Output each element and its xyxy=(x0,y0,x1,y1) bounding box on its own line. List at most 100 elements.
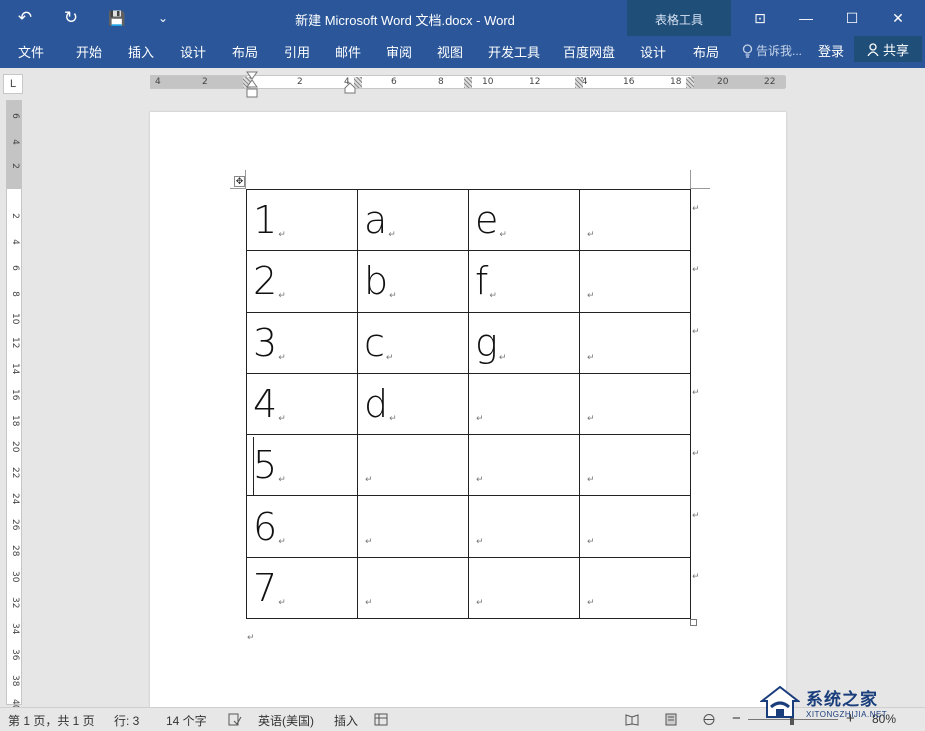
minimize-button[interactable]: — xyxy=(783,0,829,36)
macro-record-icon[interactable] xyxy=(374,713,388,726)
table-cell[interactable]: 3↵ xyxy=(246,311,358,374)
person-icon xyxy=(867,42,879,56)
cell-end-mark: ↵ xyxy=(389,413,397,424)
tab-design[interactable]: 设计 xyxy=(180,42,206,61)
table-cell[interactable]: ↵ xyxy=(579,188,691,252)
row-end-mark: ↵ xyxy=(692,510,700,520)
ruler-number: 16 xyxy=(623,77,635,87)
indent-marker-icon[interactable] xyxy=(245,71,259,99)
cell-end-mark: ↵ xyxy=(365,596,373,607)
paragraph-mark: ↵ xyxy=(247,632,255,642)
print-layout-icon[interactable] xyxy=(664,713,678,726)
tab-baidu-netdisk[interactable]: 百度网盘 xyxy=(563,42,615,61)
tab-home[interactable]: 开始 xyxy=(76,42,102,61)
cell-end-mark: ↵ xyxy=(476,474,484,485)
zoom-out-button[interactable]: − xyxy=(732,710,741,727)
table-cell[interactable]: 7↵ xyxy=(246,556,358,620)
ruler-number: 20 xyxy=(10,441,20,453)
ruler-number: 2 xyxy=(10,163,20,169)
cell-end-mark: ↵ xyxy=(587,535,595,546)
proofing-icon[interactable] xyxy=(228,713,242,726)
table-cell[interactable]: a↵ xyxy=(357,188,469,252)
ruler-number: 20 xyxy=(717,77,729,87)
tab-layout[interactable]: 布局 xyxy=(232,42,258,61)
web-layout-icon[interactable] xyxy=(702,713,716,726)
table-cell[interactable]: ↵ xyxy=(357,434,469,497)
table-cell[interactable]: 2↵ xyxy=(246,250,358,313)
table-cell[interactable]: b↵ xyxy=(357,250,469,313)
cell-end-mark: ↵ xyxy=(587,351,595,362)
tab-mailings[interactable]: 邮件 xyxy=(335,42,361,61)
table-cell[interactable]: c↵ xyxy=(357,311,469,374)
right-indent-marker-icon[interactable] xyxy=(344,82,356,94)
site-watermark: 系统之家 XITONGZHIJIA.NET xyxy=(760,680,920,724)
vertical-ruler[interactable]: 6 4 2 2 4 6 8 10 12 14 16 18 20 22 24 26… xyxy=(6,100,22,710)
page-count[interactable]: 第 1 页，共 1 页 xyxy=(8,712,95,729)
table-cell[interactable]: 5↵ xyxy=(246,434,358,497)
tab-selector[interactable]: L xyxy=(3,74,23,94)
table-cell[interactable]: ↵ xyxy=(468,495,580,558)
ruler-number: 12 xyxy=(10,337,20,349)
tab-table-design[interactable]: 设计 xyxy=(640,42,666,61)
login-link[interactable]: 登录 xyxy=(818,41,844,60)
column-marker[interactable] xyxy=(686,77,694,88)
cell-text: 7 xyxy=(253,565,278,610)
ribbon-display-options-button[interactable]: ⊡ xyxy=(737,0,783,36)
line-indicator[interactable]: 行: 3 xyxy=(114,712,139,729)
cell-end-mark: ↵ xyxy=(476,413,484,424)
table-row: 5↵ ↵ ↵ ↵ xyxy=(246,434,691,497)
table-cell[interactable]: ↵ xyxy=(579,311,691,374)
cell-end-mark: ↵ xyxy=(587,413,595,424)
tab-insert[interactable]: 插入 xyxy=(128,42,154,61)
word-count[interactable]: 14 个字 xyxy=(166,712,207,729)
maximize-button[interactable]: ☐ xyxy=(829,0,875,36)
column-marker[interactable] xyxy=(464,77,472,88)
table-cell[interactable]: g↵ xyxy=(468,311,580,374)
ruler-number: 18 xyxy=(670,77,682,87)
column-marker[interactable] xyxy=(575,77,583,88)
tab-references[interactable]: 引用 xyxy=(284,42,310,61)
table-cell[interactable]: 6↵ xyxy=(246,495,358,558)
ruler-number: 4 xyxy=(10,139,20,145)
insert-mode[interactable]: 插入 xyxy=(334,712,358,729)
table-cell[interactable]: 1↵ xyxy=(246,188,358,252)
language-indicator[interactable]: 英语(美国) xyxy=(258,712,314,729)
table-cell[interactable]: f↵ xyxy=(468,250,580,313)
table-cell[interactable]: ↵ xyxy=(468,434,580,497)
table-cell[interactable]: ↵ xyxy=(468,372,580,436)
table-cell[interactable]: ↵ xyxy=(579,372,691,436)
cell-text: e xyxy=(475,198,499,243)
tab-view[interactable]: 视图 xyxy=(437,42,463,61)
tab-review[interactable]: 审阅 xyxy=(386,42,412,61)
table-cell[interactable]: ↵ xyxy=(357,495,469,558)
table-cell[interactable]: ↵ xyxy=(579,434,691,497)
table-row: 1↵ a↵ e↵ ↵ xyxy=(246,188,691,252)
read-mode-icon[interactable] xyxy=(625,713,639,726)
cell-text: g xyxy=(475,320,498,365)
tab-table-layout[interactable]: 布局 xyxy=(693,42,719,61)
table-cell[interactable]: 4↵ xyxy=(246,372,358,436)
table-cell[interactable]: ↵ xyxy=(579,495,691,558)
ruler-number: 22 xyxy=(10,467,20,479)
table-move-handle-icon[interactable]: ✥ xyxy=(234,176,245,187)
tell-me-search[interactable]: 告诉我... xyxy=(742,42,802,59)
close-button[interactable]: ✕ xyxy=(875,0,921,36)
table-cell[interactable]: ↵ xyxy=(468,556,580,620)
table-row: 6↵ ↵ ↵ ↵ xyxy=(246,495,691,558)
ruler-number: 34 xyxy=(10,623,20,635)
tab-developer[interactable]: 开发工具 xyxy=(488,42,540,61)
table-cell[interactable]: ↵ xyxy=(579,556,691,620)
cell-end-mark: ↵ xyxy=(278,596,286,607)
cell-end-mark: ↵ xyxy=(365,535,373,546)
share-button[interactable]: 共享 xyxy=(854,36,922,62)
tab-file[interactable]: 文件 xyxy=(18,42,44,61)
crop-mark xyxy=(690,170,710,189)
table-cell[interactable]: ↵ xyxy=(579,250,691,313)
table-cell[interactable]: e↵ xyxy=(468,188,580,252)
ruler-number: 6 xyxy=(391,77,397,87)
table-resize-handle[interactable] xyxy=(690,619,697,626)
table-cell[interactable]: ↵ xyxy=(357,556,469,620)
cell-text: a xyxy=(364,198,388,243)
document-table[interactable]: 1↵ a↵ e↵ ↵ 2↵ b↵ f↵ ↵ 3↵ c↵ g↵ ↵ 4↵ d↵ ↵… xyxy=(246,188,691,620)
table-cell[interactable]: d↵ xyxy=(357,372,469,436)
